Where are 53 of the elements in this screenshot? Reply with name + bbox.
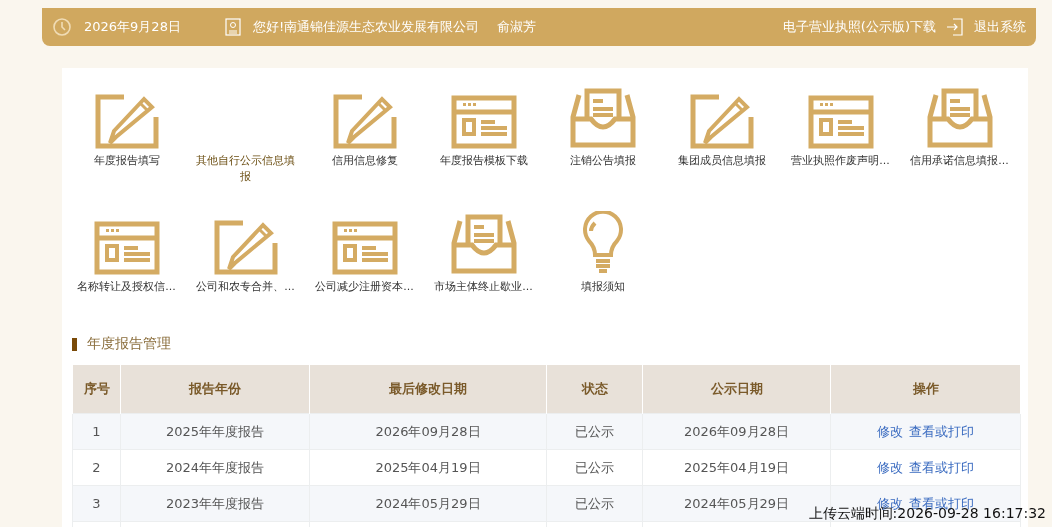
view-print-link[interactable]: 查看或打印 xyxy=(909,459,974,475)
table-cell: 1 xyxy=(72,413,121,450)
table-cell: 2024年年度报告 xyxy=(120,449,310,486)
table-cell: 2025年年度报告 xyxy=(120,413,310,450)
greeting-text: 您好!南通锦佳源生态农业发展有限公司 xyxy=(252,18,480,36)
shortcut-link[interactable]: 其他自行公示信息填报 xyxy=(192,153,299,185)
shortcut-link[interactable]: 年度报告填写 xyxy=(73,153,180,169)
table-cell: 已公示 xyxy=(546,485,643,522)
section-title: 年度报告管理 xyxy=(87,335,171,353)
shortcut-link[interactable]: 营业执照作废声明... xyxy=(787,153,894,169)
browser-window-icon xyxy=(93,221,160,275)
shortcut-link[interactable]: 公司减少注册资本... xyxy=(311,279,418,295)
edit-link[interactable]: 修改 xyxy=(877,459,903,475)
browser-window-icon xyxy=(807,95,874,149)
lightbulb-icon xyxy=(580,211,625,275)
shortcut-link[interactable]: 注销公告填报 xyxy=(549,153,656,169)
table-cell: 2023年年度报告 xyxy=(120,485,310,522)
table-cell: 已公示 xyxy=(546,449,643,486)
table-cell: 2025年04月19日 xyxy=(642,449,831,486)
table-cell: 2026年09月28日 xyxy=(642,413,831,450)
edit-link[interactable]: 修改 xyxy=(877,423,903,439)
logout-icon xyxy=(946,18,964,36)
table-cell: 2026年09月28日 xyxy=(309,413,547,450)
table-cell: 已公示 xyxy=(546,413,643,450)
inbox-icon xyxy=(449,213,518,275)
column-header: 序号 xyxy=(72,365,121,414)
date-text: 2026年9月28日 xyxy=(84,18,181,36)
browser-window-icon xyxy=(450,95,517,149)
shortcut-link[interactable]: 名称转让及授权信... xyxy=(73,279,180,295)
table-cell: 2 xyxy=(72,449,121,486)
shortcut-link[interactable]: 信用信息修复 xyxy=(311,153,418,169)
user-name: 俞淑芳 xyxy=(497,18,537,36)
view-print-link[interactable]: 查看或打印 xyxy=(909,423,974,439)
shortcut-link[interactable]: 年度报告模板下载 xyxy=(430,153,537,169)
inbox-icon xyxy=(925,87,994,149)
table-cell: 2024年05月29日 xyxy=(309,485,547,522)
column-header: 公示日期 xyxy=(642,365,831,414)
shortcut-link[interactable]: 信用承诺信息填报... xyxy=(906,153,1013,169)
column-header: 操作 xyxy=(830,365,1021,414)
shortcut-link[interactable]: 公司和农专合并、... xyxy=(192,279,299,295)
inbox-icon xyxy=(568,87,637,149)
shortcut-link[interactable]: 填报须知 xyxy=(549,279,656,295)
column-header: 报告年份 xyxy=(120,365,310,414)
shortcut-link[interactable]: 集团成员信息填报 xyxy=(668,153,775,169)
clock-icon xyxy=(52,17,72,37)
section-marker xyxy=(72,337,77,351)
browser-window-icon xyxy=(331,221,398,275)
user-icon xyxy=(224,18,241,36)
column-header: 状态 xyxy=(546,365,643,414)
table-cell: 3 xyxy=(72,485,121,522)
shortcut-link[interactable]: 市场主体终止歇业... xyxy=(430,279,537,295)
table-cell: 2025年04月19日 xyxy=(309,449,547,486)
column-header: 最后修改日期 xyxy=(309,365,547,414)
